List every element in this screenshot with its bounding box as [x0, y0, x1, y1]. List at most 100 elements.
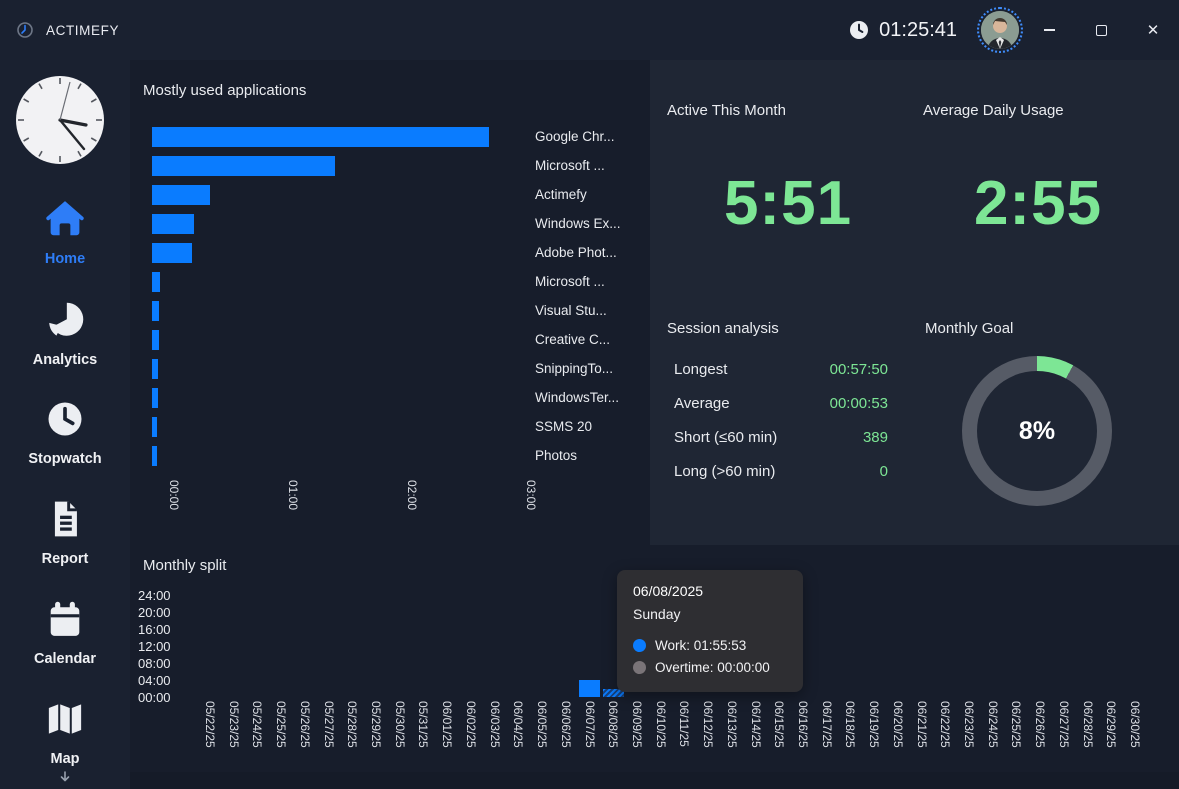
date-tick-label: 05/31/25 — [417, 701, 429, 748]
date-tick-label: 06/19/25 — [868, 701, 880, 748]
app-usage-row: Creative C... — [152, 325, 648, 354]
date-tick-label: 06/10/25 — [655, 701, 667, 748]
day-slot — [364, 595, 388, 697]
app-label: SnippingTo... — [535, 361, 613, 376]
date-tick-label: 06/24/25 — [987, 701, 999, 748]
app-label: Photos — [535, 448, 577, 463]
app-usage-bar[interactable] — [152, 330, 159, 350]
date-tick-label: 06/22/25 — [939, 701, 951, 748]
sidebar-item-label: Calendar — [0, 651, 130, 667]
sidebar-item-label: Stopwatch — [0, 451, 130, 467]
date-tick-label: 06/14/25 — [750, 701, 762, 748]
app-usage-bar[interactable] — [152, 388, 158, 408]
y-axis-tick-label: 16:00 — [138, 621, 186, 638]
sidebar-scroll-down[interactable] — [0, 770, 130, 789]
date-tick-label: 05/26/25 — [299, 701, 311, 748]
work-legend-dot — [633, 639, 646, 652]
app-usage-bar[interactable] — [152, 156, 335, 176]
date-tick-label: 06/25/25 — [1010, 701, 1022, 748]
titlebar: ACTIMEFY 01:25:41 ✕ — [0, 0, 1179, 60]
app-usage-bar[interactable] — [152, 301, 159, 321]
stopwatch-icon — [43, 397, 87, 441]
date-tick-label: 06/06/25 — [560, 701, 572, 748]
date-tick-label: 06/21/25 — [916, 701, 928, 748]
date-tick-label: 06/28/25 — [1082, 701, 1094, 748]
day-slot — [1028, 595, 1052, 697]
x-axis-tick-label: 01:00 — [287, 480, 299, 510]
active-this-month-value: 5:51 — [688, 168, 888, 239]
active-this-month-title: Active This Month — [667, 102, 786, 119]
app-label: SSMS 20 — [535, 419, 592, 434]
sidebar-item-calendar[interactable]: Calendar — [0, 597, 130, 667]
app-usage-bar[interactable] — [152, 185, 210, 205]
date-tick-label: 06/23/25 — [963, 701, 975, 748]
sidebar-item-label: Home — [0, 251, 130, 267]
avatar-photo — [981, 11, 1019, 49]
date-tick-label: 06/17/25 — [821, 701, 833, 748]
date-tick-label: 06/02/25 — [465, 701, 477, 748]
date-tick-label: 05/24/25 — [251, 701, 263, 748]
app-usage-bar[interactable] — [152, 272, 160, 292]
app-usage-row: Photos — [152, 441, 648, 470]
overtime-legend-dot — [633, 661, 646, 674]
app-usage-bar[interactable] — [152, 446, 157, 466]
sidebar-item-home[interactable]: Home — [0, 195, 130, 267]
average-daily-usage-title: Average Daily Usage — [923, 102, 1064, 119]
app-label: Adobe Phot... — [535, 245, 617, 260]
date-tick-label: 06/05/25 — [536, 701, 548, 748]
x-axis-tick-label: 03:00 — [525, 480, 537, 510]
day-slot — [506, 595, 530, 697]
minimize-button[interactable] — [1023, 0, 1075, 60]
day-slot — [1123, 595, 1147, 697]
app-usage-bar[interactable] — [152, 127, 489, 147]
app-usage-bar[interactable] — [152, 243, 192, 263]
day-slot — [815, 595, 839, 697]
user-avatar[interactable] — [977, 7, 1023, 53]
tooltip-work: Work: 01:55:53 — [655, 638, 746, 653]
session-analysis-table: Longest 00:57:50 Average 00:00:53 Short … — [674, 352, 888, 488]
stats-panel: Active This Month Average Daily Usage 5:… — [650, 60, 1179, 545]
date-tick-label: 06/15/25 — [773, 701, 785, 748]
date-tick-label: 05/30/25 — [394, 701, 406, 748]
session-analysis-title: Session analysis — [667, 320, 779, 337]
close-button[interactable]: ✕ — [1127, 0, 1179, 60]
pie-chart-icon — [43, 298, 87, 342]
sidebar-item-report[interactable]: Report — [0, 497, 130, 567]
day-slot — [1052, 595, 1076, 697]
minimize-icon — [1044, 29, 1055, 31]
app-label: WindowsTer... — [535, 390, 619, 405]
maximize-button[interactable] — [1075, 0, 1127, 60]
calendar-icon — [43, 597, 87, 641]
app-usage-row: WindowsTer... — [152, 383, 648, 412]
sidebar-item-stopwatch[interactable]: Stopwatch — [0, 397, 130, 467]
app-usage-row: Windows Ex... — [152, 209, 648, 238]
session-row-label: Long (>60 min) — [674, 463, 775, 480]
clock-icon — [848, 19, 870, 41]
day-usage-bar[interactable] — [579, 680, 600, 697]
apps-x-axis: 00:00 01:00 02:00 03:00 — [152, 480, 632, 540]
app-usage-row: Google Chr... — [152, 122, 648, 151]
app-usage-bar[interactable] — [152, 214, 194, 234]
sidebar-item-analytics[interactable]: Analytics — [0, 298, 130, 368]
day-slot — [910, 595, 934, 697]
date-tick-label: 06/11/25 — [678, 701, 690, 747]
app-label: Visual Stu... — [535, 303, 607, 318]
y-axis-tick-label: 24:00 — [138, 587, 186, 604]
session-row: Short (≤60 min) 389 — [674, 420, 888, 454]
app-usage-row: Microsoft ... — [152, 267, 648, 296]
sidebar-item-map[interactable]: Map — [0, 697, 130, 767]
app-usage-bar[interactable] — [152, 417, 157, 437]
apps-chart-title: Mostly used applications — [143, 82, 306, 99]
app-usage-bar[interactable] — [152, 359, 158, 379]
tooltip-day: Sunday — [633, 606, 787, 622]
day-slot — [838, 595, 862, 697]
app-label: Google Chr... — [535, 129, 615, 144]
monthly-split-title: Monthly split — [143, 557, 226, 574]
x-axis-tick-label: 00:00 — [168, 480, 180, 510]
session-row-value: 00:57:50 — [830, 361, 888, 378]
date-tick-label: 06/08/25 — [607, 701, 619, 748]
day-slot — [293, 595, 317, 697]
date-tick-label: 06/18/25 — [844, 701, 856, 748]
home-icon — [42, 195, 88, 241]
day-slot — [1076, 595, 1100, 697]
